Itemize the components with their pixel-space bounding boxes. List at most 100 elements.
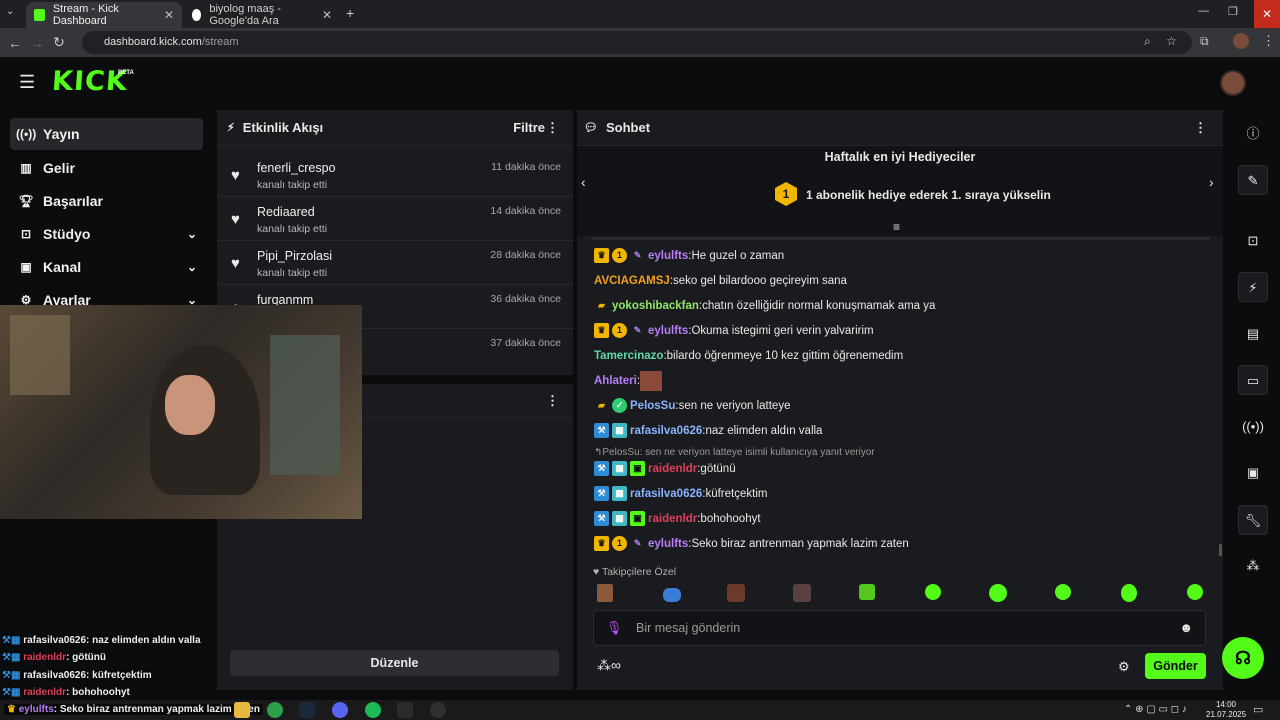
close-window-icon[interactable]: ✕: [1254, 0, 1280, 28]
steam-icon[interactable]: [299, 702, 315, 718]
channel-points-icon[interactable]: ⁂∞: [597, 657, 621, 674]
bread-badge-icon[interactable]: ▰: [594, 298, 609, 313]
tab-search-icon[interactable]: ⌄: [6, 6, 14, 17]
chat-bubble-icon[interactable]: ▭: [1238, 365, 1268, 395]
moderator-hammer-icon[interactable]: ⚒: [594, 423, 609, 438]
chat-username[interactable]: AVCIAGAMSJ: [594, 275, 670, 287]
send-button[interactable]: Gönder: [1145, 653, 1206, 679]
restore-icon[interactable]: ❐: [1228, 5, 1238, 18]
emote-icon[interactable]: [989, 584, 1007, 602]
crown-badge-icon[interactable]: ♛: [594, 536, 609, 551]
og-badge-icon[interactable]: ▦: [612, 461, 627, 476]
browser-menu-icon[interactable]: ⋮: [1262, 33, 1275, 49]
chat-emote-icon[interactable]: [640, 370, 663, 391]
more-options-icon[interactable]: ⋮: [1194, 120, 1207, 136]
chrome-icon[interactable]: [267, 702, 283, 718]
emote-icon[interactable]: [1187, 584, 1203, 600]
emote-icon[interactable]: [1121, 584, 1137, 602]
apps-icon[interactable]: ⁂: [1238, 551, 1268, 581]
chat-input[interactable]: 🎙︎ Bir mesaj gönderin ☻: [593, 610, 1206, 646]
wrench-icon[interactable]: 🔧︎: [1238, 505, 1268, 535]
lightning-icon[interactable]: ⚡︎: [1238, 272, 1268, 302]
chat-settings-icon[interactable]: ⚙: [1118, 659, 1130, 675]
subscriber-badge-icon[interactable]: 1: [612, 536, 627, 551]
emote-icon[interactable]: [597, 584, 613, 602]
more-options-icon[interactable]: ⋮: [546, 393, 559, 409]
extensions-icon[interactable]: ⧉: [1200, 34, 1209, 49]
chat-username[interactable]: Tamercinazo: [594, 350, 663, 362]
info-icon[interactable]: ⓘ: [1238, 119, 1268, 149]
moderator-hammer-icon[interactable]: ⚒: [594, 461, 609, 476]
file-explorer-icon[interactable]: [234, 702, 250, 718]
spotify-icon[interactable]: [365, 702, 381, 718]
back-icon[interactable]: ←: [4, 35, 26, 51]
profile-avatar-icon[interactable]: [1233, 33, 1249, 49]
emote-icon[interactable]: [859, 584, 875, 600]
emote-icon[interactable]: [1055, 584, 1071, 600]
discord-icon[interactable]: [332, 702, 348, 718]
close-tab-icon[interactable]: ✕: [164, 8, 174, 22]
chat-username[interactable]: yokoshibackfan: [612, 300, 699, 312]
system-tray-icons[interactable]: ⌃ ⊕ ▢ ▭ ◻ ♪: [1124, 704, 1187, 715]
bookmark-star-icon[interactable]: ☆: [1166, 34, 1177, 48]
obs-icon[interactable]: [430, 702, 446, 718]
filter-button[interactable]: Filtre: [513, 120, 545, 135]
forward-icon[interactable]: →: [26, 35, 48, 51]
pen-badge-icon[interactable]: ✎: [630, 248, 645, 263]
user-avatar[interactable]: [1220, 70, 1246, 96]
crown-badge-icon[interactable]: ♛: [594, 323, 609, 338]
subscriber-badge-icon[interactable]: 1: [612, 323, 627, 338]
sidebar-item-kanal[interactable]: ▣ Kanal ⌄: [10, 251, 203, 283]
emote-icon[interactable]: [793, 584, 811, 602]
broadcast-icon[interactable]: ((•)): [1238, 412, 1268, 442]
og-badge-icon[interactable]: ▦: [612, 423, 627, 438]
chat-username[interactable]: eylulfts: [648, 538, 688, 550]
minimize-icon[interactable]: —: [1198, 5, 1209, 17]
new-tab-icon[interactable]: +: [346, 5, 354, 21]
og-badge-icon[interactable]: ▦: [612, 486, 627, 501]
crown-badge-icon[interactable]: ♛: [594, 248, 609, 263]
pen-badge-icon[interactable]: ✎: [630, 323, 645, 338]
edit-button[interactable]: Düzenle: [230, 650, 559, 676]
subscriber-badge-icon[interactable]: 1: [612, 248, 627, 263]
camera-scan-icon[interactable]: ⊡: [1238, 226, 1268, 256]
chat-scrollbar[interactable]: [1219, 544, 1222, 556]
gift-badge-icon[interactable]: ▣: [630, 511, 645, 526]
zoom-icon[interactable]: ⌕: [1144, 34, 1151, 49]
sidebar-item-gelir[interactable]: ▥ Gelir: [10, 152, 203, 184]
chat-username[interactable]: Ahlateri: [594, 375, 637, 387]
chat-username[interactable]: raidenldr: [648, 513, 697, 525]
moderator-hammer-icon[interactable]: ⚒: [594, 486, 609, 501]
support-headset-icon[interactable]: ☊: [1222, 637, 1264, 679]
chevron-right-icon[interactable]: ›: [1209, 174, 1214, 190]
notifications-icon[interactable]: ▭: [1253, 703, 1263, 716]
microphone-icon[interactable]: 🎙︎: [606, 620, 623, 636]
verified-badge-icon[interactable]: ✓: [612, 398, 627, 413]
url-field[interactable]: dashboard.kick.com/stream: [82, 31, 1192, 54]
notes-icon[interactable]: ▤: [1238, 319, 1268, 349]
chat-username[interactable]: raidenldr: [648, 463, 697, 475]
chat-username[interactable]: eylulfts: [648, 325, 688, 337]
chevron-left-icon[interactable]: ‹: [581, 174, 586, 190]
taskbar-clock[interactable]: 14:00 21.07.2025: [1206, 700, 1246, 720]
chat-username[interactable]: eylulfts: [648, 250, 688, 262]
pen-badge-icon[interactable]: ✎: [630, 536, 645, 551]
hamburger-menu-icon[interactable]: ☰: [19, 73, 35, 91]
close-tab-icon[interactable]: ✕: [322, 8, 332, 22]
edit-pencil-icon[interactable]: ✎: [1238, 165, 1268, 195]
gift-badge-icon[interactable]: ▣: [630, 461, 645, 476]
og-badge-icon[interactable]: ▦: [612, 511, 627, 526]
sidebar-item-yayin[interactable]: ((•)) Yayın: [10, 118, 203, 150]
emote-icon[interactable]: [663, 588, 681, 602]
tab-kick-dashboard[interactable]: Stream - Kick Dashboard ✕: [26, 2, 182, 28]
emoji-picker-icon[interactable]: ☻: [1179, 620, 1193, 635]
emote-icon[interactable]: [925, 584, 941, 600]
sidebar-item-basarilar[interactable]: 🏆︎ Başarılar: [10, 185, 203, 217]
terminal-icon[interactable]: [397, 702, 413, 718]
collapse-icon[interactable]: ≡: [893, 220, 900, 234]
emote-icon[interactable]: [727, 584, 745, 602]
video-tools-icon[interactable]: ▣: [1238, 458, 1268, 488]
tab-google-search[interactable]: biyolog maaş - Google'da Ara ✕: [184, 2, 340, 28]
chat-username[interactable]: rafasilva0626: [630, 425, 702, 437]
more-options-icon[interactable]: ⋮: [546, 120, 559, 136]
